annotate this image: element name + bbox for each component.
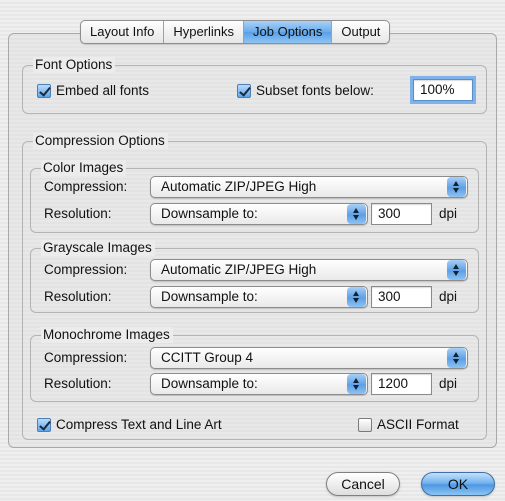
monochrome-compression-popup[interactable]: CCITT Group 4 bbox=[150, 347, 468, 369]
popup-arrows-icon bbox=[447, 348, 466, 368]
compression-options-title: Compression Options bbox=[33, 133, 168, 149]
ascii-format-row: ASCII Format bbox=[358, 417, 459, 432]
embed-all-fonts-label: Embed all fonts bbox=[56, 83, 150, 98]
grayscale-compression-value: Automatic ZIP/JPEG High bbox=[161, 262, 317, 277]
tab-job-options[interactable]: Job Options bbox=[244, 21, 333, 43]
compress-text-row: Compress Text and Line Art bbox=[37, 417, 222, 432]
monochrome-compression-value: CCITT Group 4 bbox=[161, 350, 254, 365]
grayscale-compression-popup[interactable]: Automatic ZIP/JPEG High bbox=[150, 259, 468, 281]
monochrome-dpi-field[interactable]: 1200 bbox=[371, 373, 432, 395]
subset-fonts-row: Subset fonts below: bbox=[237, 83, 374, 98]
grayscale-images-title: Grayscale Images bbox=[41, 240, 155, 256]
compress-text-checkbox[interactable] bbox=[37, 417, 51, 432]
monochrome-resolution-popup[interactable]: Downsample to: bbox=[150, 373, 368, 395]
ascii-format-label: ASCII Format bbox=[377, 417, 459, 432]
subset-fonts-label: Subset fonts below: bbox=[256, 83, 374, 98]
monochrome-resolution-label: Resolution: bbox=[44, 376, 112, 391]
subset-percent-field[interactable]: 100% bbox=[413, 79, 473, 101]
tab-hyperlinks[interactable]: Hyperlinks bbox=[164, 21, 245, 43]
grayscale-resolution-label: Resolution: bbox=[44, 289, 112, 304]
ascii-format-checkbox[interactable] bbox=[358, 417, 372, 432]
grayscale-resolution-value: Downsample to: bbox=[161, 289, 258, 304]
ok-button[interactable]: OK bbox=[421, 472, 495, 496]
color-compression-label: Compression: bbox=[44, 179, 128, 194]
monochrome-dpi-unit: dpi bbox=[439, 376, 458, 391]
popup-arrows-icon bbox=[347, 287, 366, 307]
color-resolution-label: Resolution: bbox=[44, 206, 112, 221]
color-resolution-popup[interactable]: Downsample to: bbox=[150, 203, 368, 225]
monochrome-resolution-value: Downsample to: bbox=[161, 376, 258, 391]
grayscale-dpi-field[interactable]: 300 bbox=[371, 286, 432, 308]
monochrome-compression-label: Compression: bbox=[44, 350, 128, 365]
color-images-title: Color Images bbox=[41, 160, 127, 176]
grayscale-compression-label: Compression: bbox=[44, 262, 128, 277]
compress-text-label: Compress Text and Line Art bbox=[56, 417, 222, 432]
cancel-button[interactable]: Cancel bbox=[326, 472, 400, 496]
popup-arrows-icon bbox=[347, 204, 366, 224]
popup-arrows-icon bbox=[447, 260, 466, 280]
tab-bar: Layout Info Hyperlinks Job Options Outpu… bbox=[80, 20, 391, 44]
tab-output[interactable]: Output bbox=[332, 21, 389, 43]
subset-fonts-checkbox[interactable] bbox=[237, 83, 251, 98]
grayscale-dpi-unit: dpi bbox=[439, 289, 458, 304]
embed-all-fonts-checkbox[interactable] bbox=[37, 83, 51, 98]
color-dpi-unit: dpi bbox=[439, 206, 458, 221]
font-options-title: Font Options bbox=[33, 57, 116, 73]
color-compression-value: Automatic ZIP/JPEG High bbox=[161, 179, 317, 194]
color-resolution-value: Downsample to: bbox=[161, 206, 258, 221]
tab-layout-info[interactable]: Layout Info bbox=[81, 21, 165, 43]
popup-arrows-icon bbox=[347, 374, 366, 394]
color-dpi-field[interactable]: 300 bbox=[371, 203, 432, 225]
color-compression-popup[interactable]: Automatic ZIP/JPEG High bbox=[150, 176, 468, 198]
embed-all-fonts-row: Embed all fonts bbox=[37, 83, 149, 98]
monochrome-images-title: Monochrome Images bbox=[41, 327, 173, 343]
popup-arrows-icon bbox=[447, 177, 466, 197]
grayscale-resolution-popup[interactable]: Downsample to: bbox=[150, 286, 368, 308]
